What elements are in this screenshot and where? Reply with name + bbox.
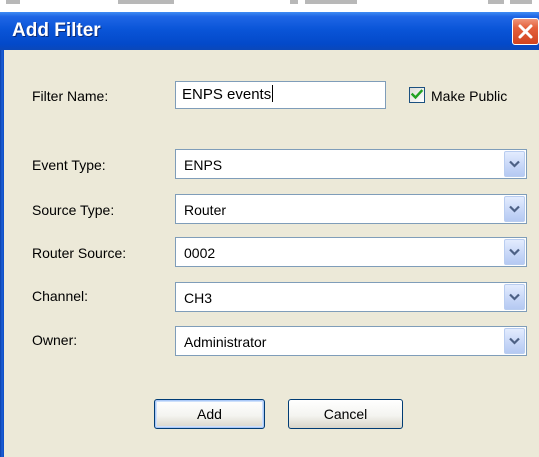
owner-dropdown-button[interactable] — [504, 328, 525, 354]
source-type-label: Source Type: — [32, 202, 115, 218]
event-type-dropdown-button[interactable] — [504, 151, 525, 177]
dialog-body: Filter Name: ENPS events Make Public Eve… — [0, 50, 539, 457]
event-type-value: ENPS — [184, 157, 223, 173]
background-text-fragment — [118, 0, 174, 4]
filter-name-input[interactable]: ENPS events — [175, 81, 386, 109]
owner-value: Administrator — [184, 334, 267, 350]
make-public-checkbox[interactable] — [409, 87, 425, 103]
source-type-select[interactable]: Router — [175, 194, 527, 224]
owner-select[interactable]: Administrator — [175, 326, 527, 356]
background-text-fragment — [510, 0, 532, 4]
router-source-label: Router Source: — [32, 245, 127, 261]
filter-name-value: ENPS events — [182, 86, 272, 103]
background-text-fragment — [290, 0, 298, 4]
router-source-value: 0002 — [184, 245, 216, 261]
source-type-value: Router — [184, 202, 227, 218]
make-public-label[interactable]: Make Public — [431, 87, 507, 105]
channel-dropdown-button[interactable] — [504, 284, 525, 310]
chevron-down-icon — [509, 293, 520, 301]
router-source-dropdown-button[interactable] — [504, 239, 525, 265]
chevron-down-icon — [509, 160, 520, 168]
owner-label: Owner: — [32, 332, 78, 348]
text-caret — [272, 85, 274, 102]
event-type-label: Event Type: — [32, 157, 106, 173]
chevron-down-icon — [509, 205, 520, 213]
background-window-strip — [0, 0, 539, 12]
close-icon — [518, 24, 533, 39]
background-text-fragment — [305, 0, 357, 4]
add-filter-dialog: Add Filter Filter Name: ENPS events Make… — [0, 12, 539, 457]
title-bar[interactable]: Add Filter — [0, 12, 539, 50]
cancel-button[interactable]: Cancel — [288, 399, 403, 429]
background-text-fragment — [6, 0, 20, 4]
background-text-fragment — [488, 0, 504, 4]
source-type-dropdown-button[interactable] — [504, 196, 525, 222]
event-type-select[interactable]: ENPS — [175, 149, 527, 179]
window-frame-left — [0, 50, 4, 457]
router-source-select[interactable]: 0002 — [175, 237, 527, 267]
channel-select[interactable]: CH3 — [175, 282, 527, 312]
add-button[interactable]: Add — [154, 399, 265, 429]
chevron-down-icon — [509, 337, 520, 345]
screen: Add Filter Filter Name: ENPS events Make… — [0, 0, 539, 457]
channel-value: CH3 — [184, 290, 213, 306]
checkmark-icon — [410, 89, 424, 100]
chevron-down-icon — [509, 248, 520, 256]
filter-name-label: Filter Name: — [32, 88, 109, 104]
dialog-title: Add Filter — [12, 20, 101, 41]
close-button[interactable] — [512, 18, 539, 45]
channel-label: Channel: — [32, 288, 89, 304]
